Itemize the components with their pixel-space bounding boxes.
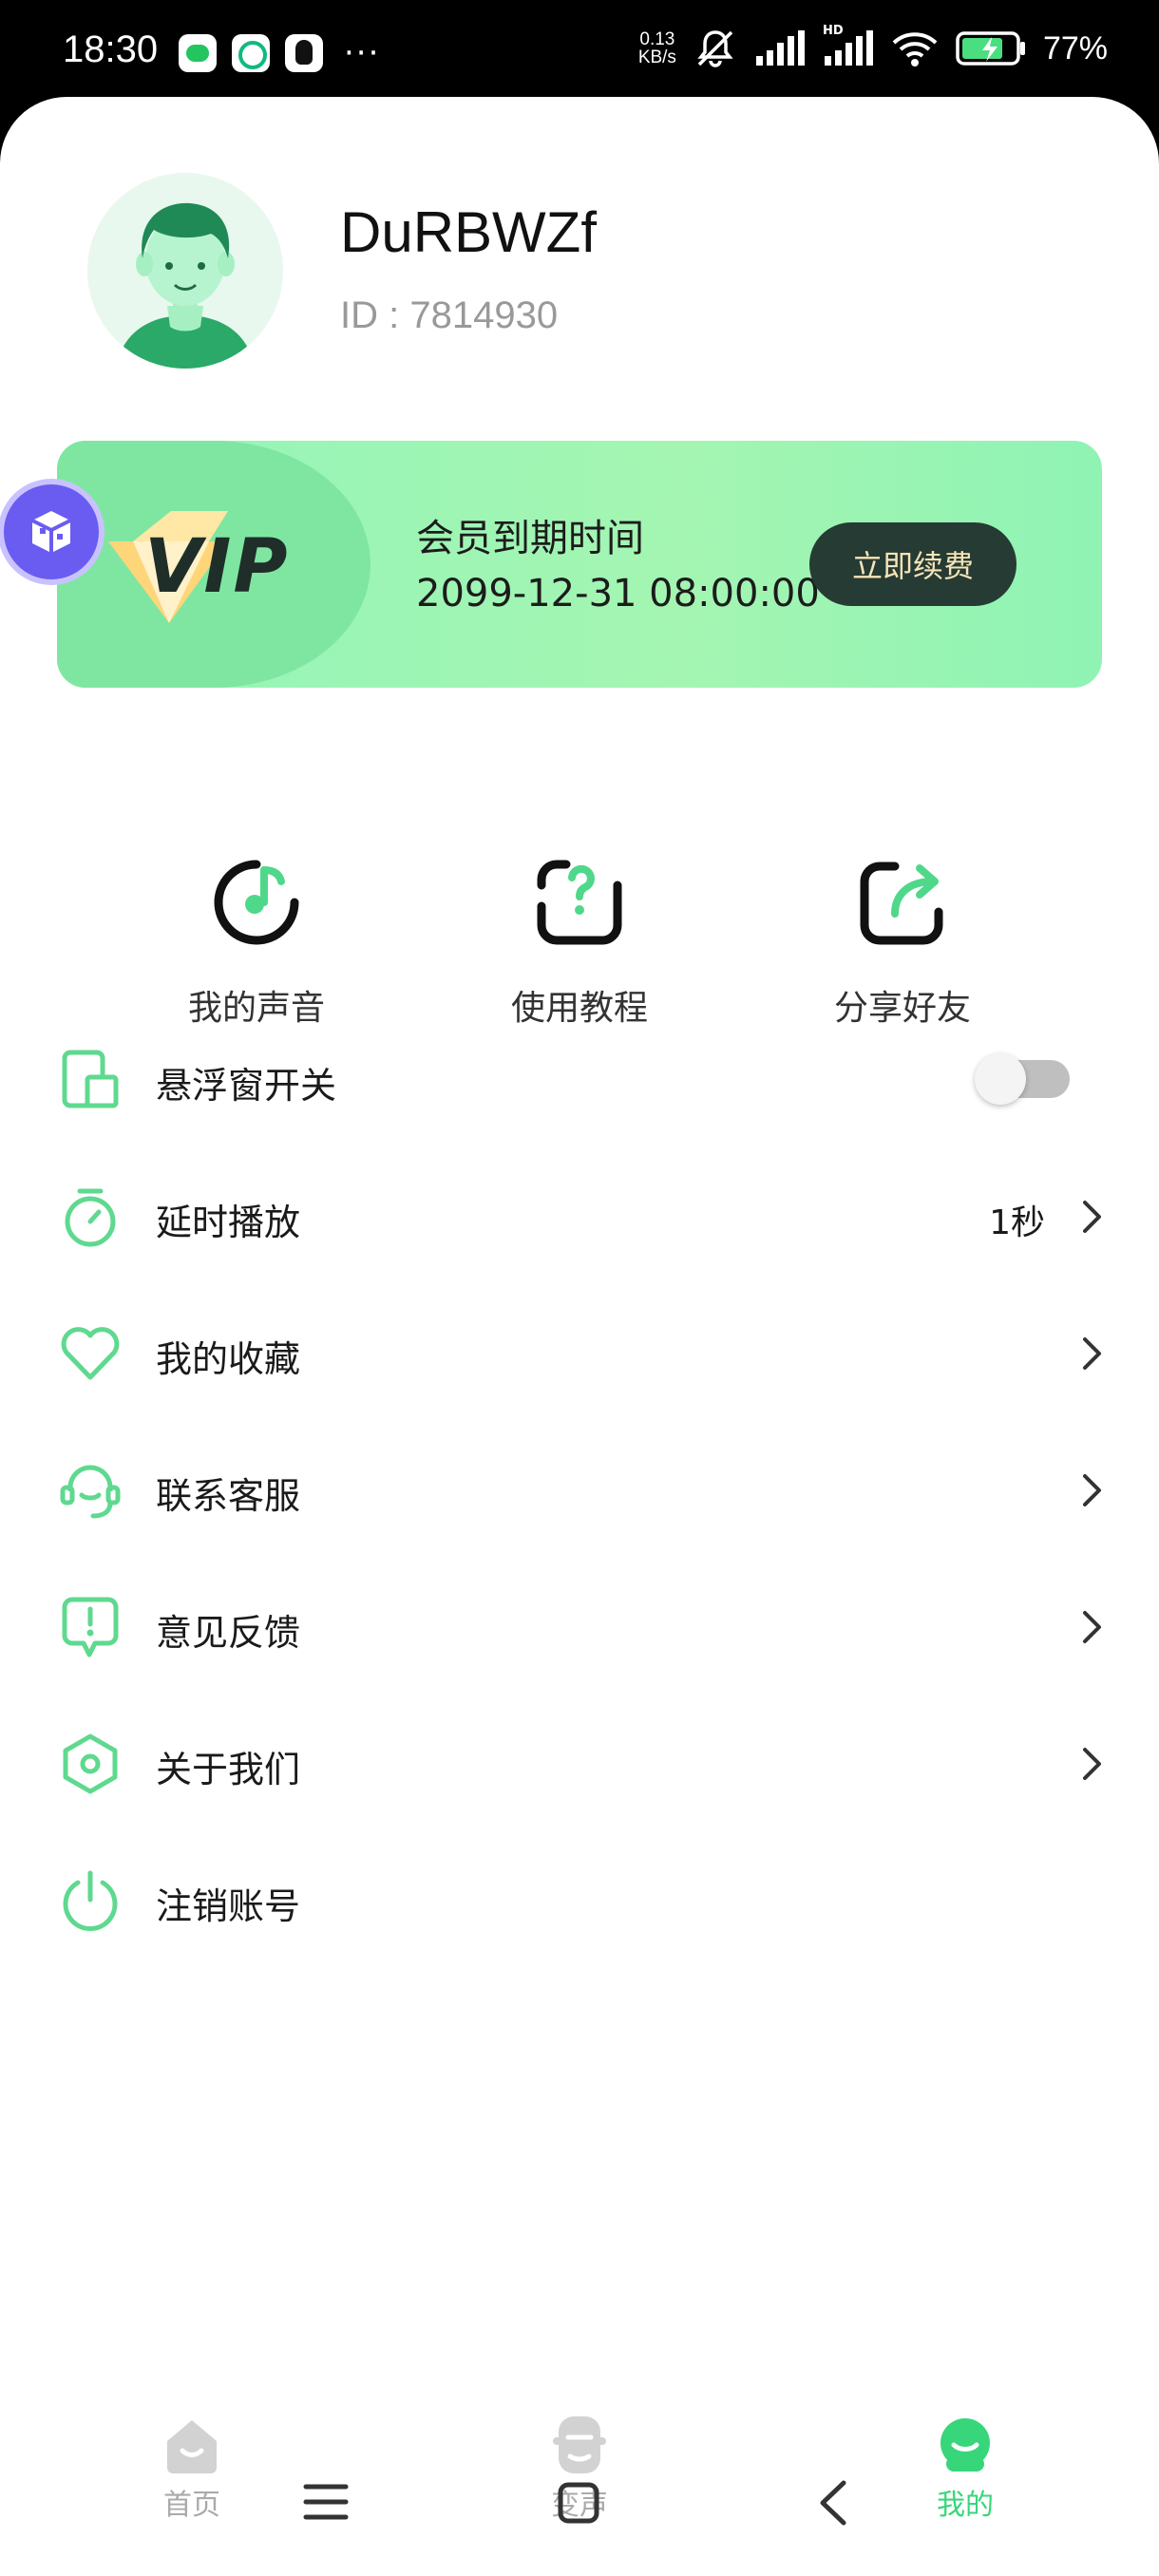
menu-customer-service[interactable]: 联系客服 xyxy=(0,1432,1159,1546)
menu-favorites[interactable]: 我的收藏 xyxy=(0,1296,1159,1410)
app-notification-icon xyxy=(232,34,270,72)
vip-expiry-title: 会员到期时间 xyxy=(416,517,644,560)
chevron-right-icon xyxy=(1083,1337,1101,1370)
username: DuRBWZf xyxy=(340,200,597,264)
floating-window-toggle[interactable] xyxy=(975,1053,1070,1105)
chevron-right-icon xyxy=(1083,1474,1101,1506)
menu-delete-account[interactable]: 注销账号 xyxy=(0,1843,1159,1957)
floating-window-icon xyxy=(59,1049,122,1111)
home-icon xyxy=(162,2415,222,2475)
quick-tutorial[interactable]: 使用教程 xyxy=(456,857,703,1030)
music-note-icon xyxy=(211,857,302,948)
status-bar: 18:30 ··· 0.13 KB/s HD 77% xyxy=(0,0,1159,104)
wifi-icon xyxy=(891,29,939,67)
chevron-right-icon xyxy=(1083,1748,1101,1780)
status-notification-icons: ··· xyxy=(179,34,380,72)
avatar[interactable] xyxy=(87,173,283,369)
hexagon-icon xyxy=(59,1733,122,1795)
vip-badge: VIP xyxy=(104,498,314,635)
tab-home-label: 首页 xyxy=(163,2489,220,2522)
feedback-icon xyxy=(59,1596,122,1658)
qq-notification-icon xyxy=(285,34,323,72)
battery-percent: 77% xyxy=(1042,29,1108,66)
voice-change-icon xyxy=(549,2415,610,2475)
delay-value: 1秒 xyxy=(989,1203,1045,1242)
floating-assistant-button[interactable] xyxy=(4,484,99,579)
profile-page: DuRBWZf ID : 7814930 VIP 会员到期时间 2099-12-… xyxy=(0,97,1159,2576)
more-notifications-icon: ··· xyxy=(344,34,381,72)
vip-expiry-date: 2099-12-31 08:00:00 xyxy=(416,572,820,616)
menu-floating-window-label: 悬浮窗开关 xyxy=(156,1065,337,1107)
share-icon xyxy=(857,857,948,948)
avatar-illustration-icon xyxy=(116,202,255,369)
signal-hd-icon: HD xyxy=(823,24,874,67)
net-speed: 0.13 KB/s xyxy=(637,29,676,67)
signal-icon xyxy=(754,29,806,67)
home-nav-icon[interactable] xyxy=(557,2481,600,2525)
menu-about-us-label: 关于我们 xyxy=(156,1749,301,1790)
back-nav-icon[interactable] xyxy=(815,2479,849,2527)
status-right: 0.13 KB/s HD 77% xyxy=(637,24,1108,70)
menu-nav-icon[interactable] xyxy=(302,2481,350,2523)
power-icon xyxy=(59,1869,122,1932)
menu-favorites-label: 我的收藏 xyxy=(156,1338,301,1380)
menu-customer-service-label: 联系客服 xyxy=(156,1475,301,1517)
chevron-right-icon xyxy=(1083,1201,1101,1233)
quick-my-voice[interactable]: 我的声音 xyxy=(133,857,380,1030)
battery-charging-icon xyxy=(956,29,1026,67)
vip-card[interactable]: VIP 会员到期时间 2099-12-31 08:00:00 立即续费 xyxy=(57,441,1102,688)
user-id: ID : 7814930 xyxy=(340,294,559,336)
timer-icon xyxy=(59,1185,122,1248)
menu-floating-window[interactable]: 悬浮窗开关 xyxy=(0,1022,1159,1136)
mine-icon xyxy=(935,2415,996,2475)
tab-home[interactable]: 首页 xyxy=(97,2415,287,2523)
menu-delay-play[interactable]: 延时播放 1秒 xyxy=(0,1159,1159,1273)
question-frame-icon xyxy=(534,857,625,948)
chevron-right-icon xyxy=(1083,1611,1101,1643)
menu-feedback[interactable]: 意见反馈 xyxy=(0,1569,1159,1683)
menu-about-us[interactable]: 关于我们 xyxy=(0,1706,1159,1820)
heart-icon xyxy=(59,1322,122,1385)
menu-delete-account-label: 注销账号 xyxy=(156,1885,301,1927)
mute-bell-icon xyxy=(694,27,737,70)
vip-badge-text: VIP xyxy=(144,524,290,610)
menu-feedback-label: 意见反馈 xyxy=(156,1612,301,1654)
wechat-notification-icon xyxy=(179,34,217,72)
tab-mine[interactable]: 我的 xyxy=(870,2415,1060,2523)
cube-icon xyxy=(31,511,71,553)
headset-icon xyxy=(59,1459,122,1522)
toggle-knob xyxy=(975,1053,1026,1105)
menu-delay-play-label: 延时播放 xyxy=(156,1202,301,1243)
quick-share[interactable]: 分享好友 xyxy=(779,857,1026,1030)
tab-mine-label: 我的 xyxy=(937,2489,994,2522)
status-time: 18:30 xyxy=(63,28,159,70)
renew-button[interactable]: 立即续费 xyxy=(809,522,1016,606)
